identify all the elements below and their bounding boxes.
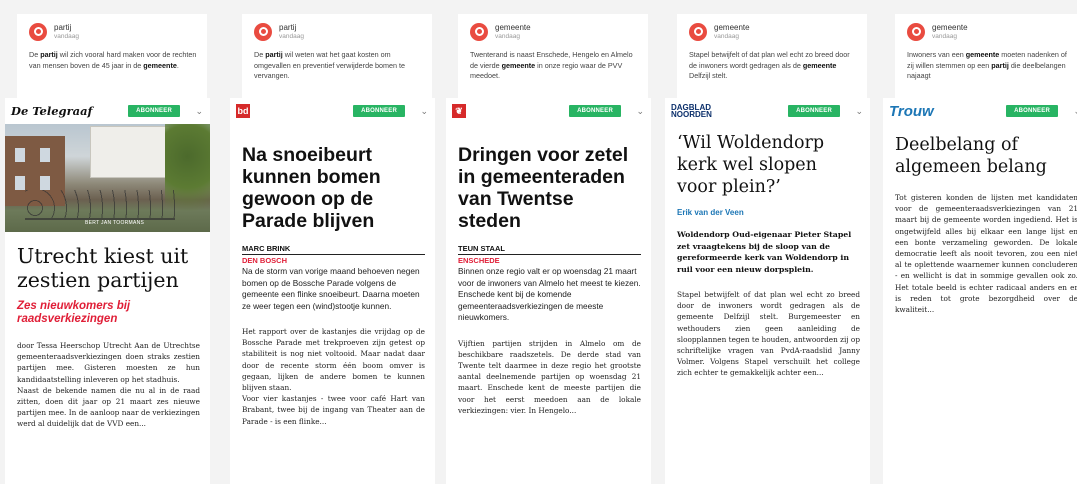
chevron-down-icon[interactable]: ⌄	[420, 106, 428, 117]
subscribe-button[interactable]: ABONNEER	[353, 105, 405, 117]
publisher-logo: ❦	[452, 104, 466, 118]
article-subheadline: Zes nieuwkomers bij raadsverkiezingen	[17, 300, 131, 325]
text-fade	[446, 434, 651, 484]
article-column-4: gemeente vandaag Stapel betwijfelt of da…	[665, 0, 870, 484]
snippet-keyword: partij	[279, 23, 297, 32]
chevron-down-icon[interactable]: ⌄	[855, 106, 863, 117]
article-column-5: gemeente vandaag Inwoners van een gemeen…	[883, 0, 1077, 484]
snippet-header: gemeente vandaag	[907, 22, 1075, 42]
subscribe-button[interactable]: ABONNEER	[1006, 105, 1058, 117]
pin-icon	[907, 23, 925, 41]
article-lead: Woldendorp Oud-eigenaar Pieter Stapel ze…	[677, 230, 852, 274]
snippet-card[interactable]: gemeente vandaag Twenterand is naast Ens…	[458, 14, 648, 98]
article-card[interactable]: Trouw ABONNEER ⌄ Deelbelang of algemeen …	[883, 98, 1077, 484]
article-headline: Deelbelang of algemeen belang	[895, 135, 1047, 177]
snippet-text: De partij wil zich vooral hard maken voo…	[29, 50, 197, 70]
article-photo: BERT JAN TOORMANS	[5, 124, 210, 232]
card-toolbar: ❦ ABONNEER ⌄	[446, 98, 651, 124]
snippet-keyword: gemeente	[932, 23, 968, 32]
article-body: Stapel betwijfelt of dat plan wel echt z…	[677, 289, 860, 379]
snippet-date: vandaag	[54, 33, 79, 40]
subscribe-button[interactable]: ABONNEER	[569, 105, 621, 117]
snippet-header: partij vandaag	[29, 22, 197, 42]
article-body: Tot gisteren konden de lijsten met kandi…	[895, 192, 1077, 315]
body-paragraph: Stapel betwijfelt of dat plan wel echt z…	[677, 290, 860, 378]
article-column-2: partij vandaag De partij wil weten wat h…	[230, 0, 435, 484]
subscribe-button[interactable]: ABONNEER	[128, 105, 180, 117]
article-location: ENSCHEDE	[458, 256, 500, 265]
snippet-date: vandaag	[495, 33, 520, 40]
text-fade	[5, 434, 210, 484]
body-paragraph: Voor vier kastanjes - twee voor café Har…	[242, 394, 425, 426]
article-location: DEN BOSCH	[242, 256, 288, 265]
photo-credit: BERT JAN TOORMANS	[85, 220, 145, 226]
snippet-header: gemeente vandaag	[689, 22, 857, 42]
article-card[interactable]: DAGBLAD NOORDEN ABONNEER ⌄ ‘Wil Woldendo…	[665, 98, 870, 484]
publisher-logo: De Telegraaf	[11, 104, 93, 118]
pin-icon	[29, 23, 47, 41]
chevron-down-icon[interactable]: ⌄	[1073, 106, 1077, 117]
chevron-down-icon[interactable]: ⌄	[195, 106, 203, 117]
snippet-text: De partij wil weten wat het gaat kosten …	[254, 50, 406, 80]
body-paragraph: door Tessa Heerschop Utrecht Aan de Utre…	[17, 341, 200, 384]
card-toolbar: DAGBLAD NOORDEN ABONNEER ⌄	[665, 98, 870, 124]
snippet-keyword: gemeente	[714, 23, 750, 32]
card-toolbar: De Telegraaf ABONNEER ⌄	[5, 98, 210, 124]
pin-icon	[254, 23, 272, 41]
snippet-header: partij vandaag	[254, 22, 422, 42]
article-column-3: gemeente vandaag Twenterand is naast Ens…	[446, 0, 651, 484]
article-author: TEUN STAAL	[458, 244, 641, 255]
article-headline: Na snoeibeurt kunnen bomen gewoon op de …	[242, 144, 381, 232]
body-paragraph: Tot gisteren konden de lijsten met kandi…	[895, 193, 1077, 315]
snippet-text: Inwoners van een gemeente moeten nadenke…	[907, 50, 1067, 80]
publisher-logo: DAGBLAD NOORDEN	[671, 102, 712, 119]
article-card[interactable]: ❦ ABONNEER ⌄ Dringen voor zetel in gemee…	[446, 98, 651, 484]
snippet-text: Twenterand is naast Enschede, Hengelo en…	[470, 50, 633, 80]
snippet-text: Stapel betwijfelt of dat plan wel echt z…	[689, 50, 850, 80]
snippet-card[interactable]: gemeente vandaag Inwoners van een gemeen…	[895, 14, 1077, 98]
text-fade	[883, 434, 1077, 484]
snippet-header: gemeente vandaag	[470, 22, 638, 42]
snippet-keyword: gemeente	[495, 23, 531, 32]
chevron-down-icon[interactable]: ⌄	[636, 106, 644, 117]
article-body: door Tessa Heerschop Utrecht Aan de Utre…	[17, 340, 200, 430]
card-toolbar: Trouw ABONNEER ⌄	[883, 98, 1077, 124]
article-headline: Utrecht kiest uit zestien partijen	[17, 244, 189, 292]
article-card[interactable]: De Telegraaf ABONNEER ⌄ BERT JAN TOORMAN…	[5, 98, 210, 484]
article-column-1: partij vandaag De partij wil zich vooral…	[5, 0, 210, 484]
article-author: MARC BRINK	[242, 244, 425, 255]
snippet-keyword: partij	[54, 23, 72, 32]
publisher-logo: bd	[236, 104, 250, 118]
snippet-date: vandaag	[279, 33, 304, 40]
article-body: Het rapport over de kastanjes die vrijda…	[242, 326, 425, 427]
pin-icon	[689, 23, 707, 41]
card-toolbar: bd ABONNEER ⌄	[230, 98, 435, 124]
article-headline: Dringen voor zetel in gemeenteraden van …	[458, 144, 629, 232]
body-paragraph: Het rapport over de kastanjes die vrijda…	[242, 327, 425, 393]
snippet-card[interactable]: gemeente vandaag Stapel betwijfelt of da…	[677, 14, 867, 98]
body-paragraph: Vijftien partijen strijden in Almelo om …	[458, 338, 641, 415]
snippet-card[interactable]: partij vandaag De partij wil weten wat h…	[242, 14, 432, 98]
article-intro: Na de storm van vorige maand behoeven ne…	[242, 266, 420, 311]
article-intro: Binnen onze regio valt er op woensdag 21…	[458, 266, 641, 322]
subscribe-button[interactable]: ABONNEER	[788, 105, 840, 117]
body-paragraph: Naast de bekende namen die nu al in de r…	[17, 385, 200, 429]
pin-icon	[470, 23, 488, 41]
text-fade	[665, 434, 870, 484]
publisher-logo: Trouw	[889, 102, 934, 120]
text-fade	[230, 434, 435, 484]
snippet-card[interactable]: partij vandaag De partij wil zich vooral…	[17, 14, 207, 98]
article-body: Vijftien partijen strijden in Almelo om …	[458, 338, 641, 416]
article-author: Erik van der Veen	[677, 208, 744, 217]
snippet-date: vandaag	[714, 33, 739, 40]
snippet-date: vandaag	[932, 33, 957, 40]
article-headline: ‘Wil Woldendorp kerk wel slopen voor ple…	[677, 133, 825, 197]
article-card[interactable]: bd ABONNEER ⌄ Na snoeibeurt kunnen bomen…	[230, 98, 435, 484]
